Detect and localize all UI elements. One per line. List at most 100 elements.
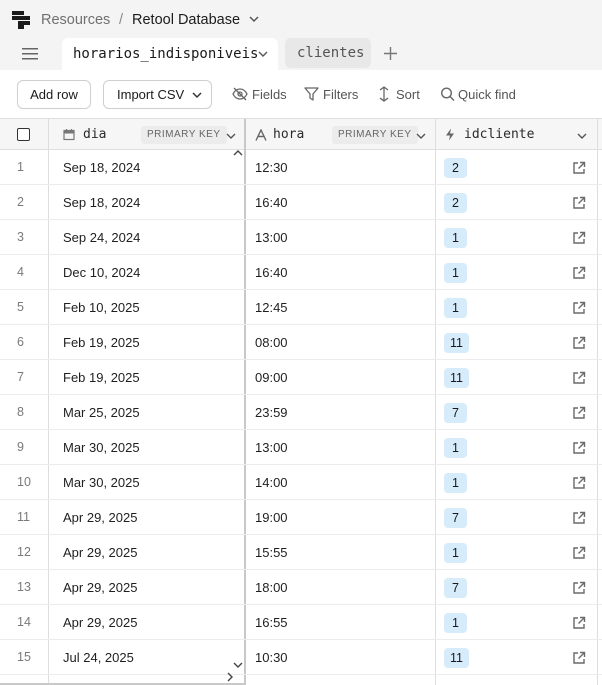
- cell-idcliente-chip[interactable]: 7: [444, 403, 467, 423]
- table-row[interactable]: 1 Sep 18, 2024 12:30 2: [0, 150, 602, 185]
- cell-idcliente-chip[interactable]: 1: [444, 438, 467, 458]
- column-header-hora[interactable]: hora: [273, 119, 304, 150]
- chevron-down-icon[interactable]: [416, 132, 426, 140]
- breadcrumb-database[interactable]: Retool Database: [132, 11, 240, 29]
- table-row[interactable]: 15 Jul 24, 2025 10:30 11: [0, 640, 602, 675]
- cell-dia[interactable]: Feb 10, 2025: [63, 290, 140, 325]
- cell-idcliente-chip[interactable]: 1: [444, 613, 467, 633]
- open-external-icon[interactable]: [572, 301, 586, 315]
- open-external-icon[interactable]: [572, 266, 586, 280]
- eye-off-icon: [232, 87, 248, 101]
- cell-dia[interactable]: Mar 30, 2025: [63, 465, 140, 500]
- cell-idcliente-chip[interactable]: 7: [444, 508, 467, 528]
- chevron-down-icon[interactable]: [258, 50, 268, 58]
- table-row[interactable]: 10 Mar 30, 2025 14:00 1: [0, 465, 602, 500]
- scroll-up-icon[interactable]: [233, 149, 243, 157]
- add-tab-icon[interactable]: [383, 46, 398, 61]
- open-external-icon[interactable]: [572, 406, 586, 420]
- open-external-icon[interactable]: [572, 231, 586, 245]
- cell-hora[interactable]: 16:40: [255, 185, 288, 220]
- open-external-icon[interactable]: [572, 651, 586, 665]
- table-row[interactable]: 2 Sep 18, 2024 16:40 2: [0, 185, 602, 220]
- table-row[interactable]: 4 Dec 10, 2024 16:40 1: [0, 255, 602, 290]
- open-external-icon[interactable]: [572, 161, 586, 175]
- cell-hora[interactable]: 23:59: [255, 395, 288, 430]
- cell-idcliente-chip[interactable]: 1: [444, 543, 467, 563]
- cell-idcliente-chip[interactable]: 2: [444, 158, 467, 178]
- cell-dia[interactable]: Apr 29, 2025: [63, 535, 137, 570]
- cell-idcliente-chip[interactable]: 11: [444, 368, 469, 388]
- cell-dia[interactable]: Apr 29, 2025: [63, 605, 137, 640]
- cell-idcliente-chip[interactable]: 11: [444, 648, 469, 668]
- cell-dia[interactable]: Sep 18, 2024: [63, 185, 140, 220]
- cell-hora[interactable]: 14:00: [255, 465, 288, 500]
- cell-idcliente-chip[interactable]: 11: [444, 333, 469, 353]
- cell-hora[interactable]: 15:55: [255, 535, 288, 570]
- add-row-button[interactable]: Add row: [17, 80, 91, 109]
- cell-hora[interactable]: 18:00: [255, 570, 288, 605]
- menu-icon[interactable]: [22, 47, 38, 61]
- cell-dia[interactable]: Feb 19, 2025: [63, 325, 140, 360]
- table-row[interactable]: 12 Apr 29, 2025 15:55 1: [0, 535, 602, 570]
- cell-dia[interactable]: Mar 25, 2025: [63, 395, 140, 430]
- cell-hora[interactable]: 10:30: [255, 640, 288, 675]
- cell-dia[interactable]: Mar 30, 2025: [63, 430, 140, 465]
- open-external-icon[interactable]: [572, 196, 586, 210]
- cell-dia[interactable]: Feb 19, 2025: [63, 360, 140, 395]
- cell-dia[interactable]: Sep 18, 2024: [63, 150, 140, 185]
- tab-horarios-indisponiveis[interactable]: horarios_indisponiveis: [62, 38, 278, 70]
- cell-idcliente-chip[interactable]: 2: [444, 193, 467, 213]
- open-external-icon[interactable]: [572, 441, 586, 455]
- table-row[interactable]: 14 Apr 29, 2025 16:55 1: [0, 605, 602, 640]
- table-row[interactable]: 11 Apr 29, 2025 19:00 7: [0, 500, 602, 535]
- cell-hora[interactable]: 12:45: [255, 290, 288, 325]
- cell-hora[interactable]: 13:00: [255, 430, 288, 465]
- cell-hora[interactable]: 16:55: [255, 605, 288, 640]
- cell-idcliente-chip[interactable]: 1: [444, 473, 467, 493]
- row-number: 3: [17, 230, 24, 244]
- cell-dia[interactable]: Sep 24, 2024: [63, 220, 140, 255]
- chevron-down-icon[interactable]: [577, 132, 587, 140]
- table-row[interactable]: 7 Feb 19, 2025 09:00 11: [0, 360, 602, 395]
- cell-idcliente-chip[interactable]: 1: [444, 298, 467, 318]
- cell-dia[interactable]: Dec 10, 2024: [63, 255, 140, 290]
- open-external-icon[interactable]: [572, 616, 586, 630]
- open-external-icon[interactable]: [572, 371, 586, 385]
- cell-dia[interactable]: Jul 24, 2025: [63, 640, 134, 675]
- open-external-icon[interactable]: [572, 336, 586, 350]
- table-row[interactable]: 6 Feb 19, 2025 08:00 11: [0, 325, 602, 360]
- scroll-down-icon[interactable]: [233, 661, 243, 669]
- open-external-icon[interactable]: [572, 511, 586, 525]
- column-header-dia[interactable]: dia: [83, 119, 106, 150]
- scroll-right-icon[interactable]: [226, 672, 234, 682]
- cell-dia[interactable]: Apr 29, 2025: [63, 570, 137, 605]
- cell-hora[interactable]: 08:00: [255, 325, 288, 360]
- select-all-checkbox[interactable]: [17, 128, 30, 141]
- cell-dia[interactable]: Apr 29, 2025: [63, 500, 137, 535]
- import-csv-button[interactable]: Import CSV: [103, 80, 212, 109]
- cell-hora[interactable]: 09:00: [255, 360, 288, 395]
- chevron-down-icon[interactable]: [226, 132, 236, 140]
- cell-hora[interactable]: 19:00: [255, 500, 288, 535]
- cell-hora[interactable]: 16:40: [255, 255, 288, 290]
- open-external-icon[interactable]: [572, 476, 586, 490]
- cell-idcliente-chip[interactable]: 7: [444, 578, 467, 598]
- open-external-icon[interactable]: [572, 581, 586, 595]
- table-row[interactable]: 3 Sep 24, 2024 13:00 1: [0, 220, 602, 255]
- table-row[interactable]: 8 Mar 25, 2025 23:59 7: [0, 395, 602, 430]
- tab-clientes[interactable]: clientes: [285, 38, 371, 68]
- table-row[interactable]: 5 Feb 10, 2025 12:45 1: [0, 290, 602, 325]
- filters-label: Filters: [323, 87, 359, 102]
- cell-hora[interactable]: 12:30: [255, 150, 288, 185]
- row-number: 7: [17, 370, 24, 384]
- breadcrumb-resources[interactable]: Resources: [41, 11, 110, 29]
- cell-idcliente-chip[interactable]: 1: [444, 263, 467, 283]
- column-header-idcliente[interactable]: idcliente: [464, 119, 534, 150]
- cell-hora[interactable]: 13:00: [255, 220, 288, 255]
- table-row[interactable]: 9 Mar 30, 2025 13:00 1: [0, 430, 602, 465]
- cell-idcliente-chip[interactable]: 1: [444, 228, 467, 248]
- retool-logo-icon[interactable]: [12, 11, 32, 29]
- chevron-down-icon[interactable]: [248, 14, 260, 24]
- open-external-icon[interactable]: [572, 546, 586, 560]
- table-row[interactable]: 13 Apr 29, 2025 18:00 7: [0, 570, 602, 605]
